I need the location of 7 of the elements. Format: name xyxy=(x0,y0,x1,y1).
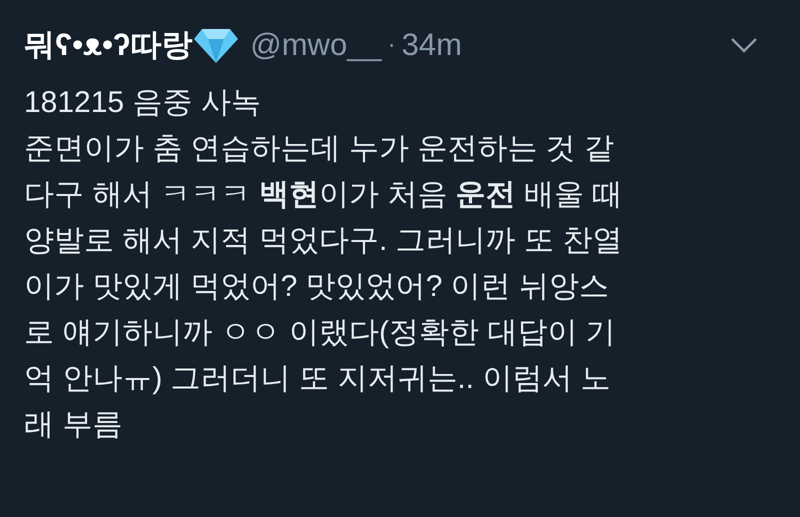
tweet-time: 34m xyxy=(402,26,462,64)
diamond-icon xyxy=(194,27,238,63)
tweet-text: 181215 음중 사녹 준면이가 춤 연습하는데 누가 운전하는 것 같 다구 해서 ㅋㅋㅋ 백현이가 처음 운전 배울 때 양발로 해서 지적 먹었다구. 그러니까 또 찬열 이가 맛있게 먹었어? 맛있었어? 이런 뉘앙스 로 얘기하니까 ㅇㅇ 이랬다(정확한 대답이 기 억 안나ㅠ) 그러더니 또 지저귀는.. 이럼서 노 래 부름 xyxy=(24,85,624,443)
chevron-down-icon[interactable] xyxy=(730,37,758,53)
display-name: 뭐ʕ•ᴥ•ʔ따랑 xyxy=(24,26,192,64)
user-handle[interactable]: @mwo__ xyxy=(250,22,382,68)
separator: · xyxy=(388,30,396,60)
